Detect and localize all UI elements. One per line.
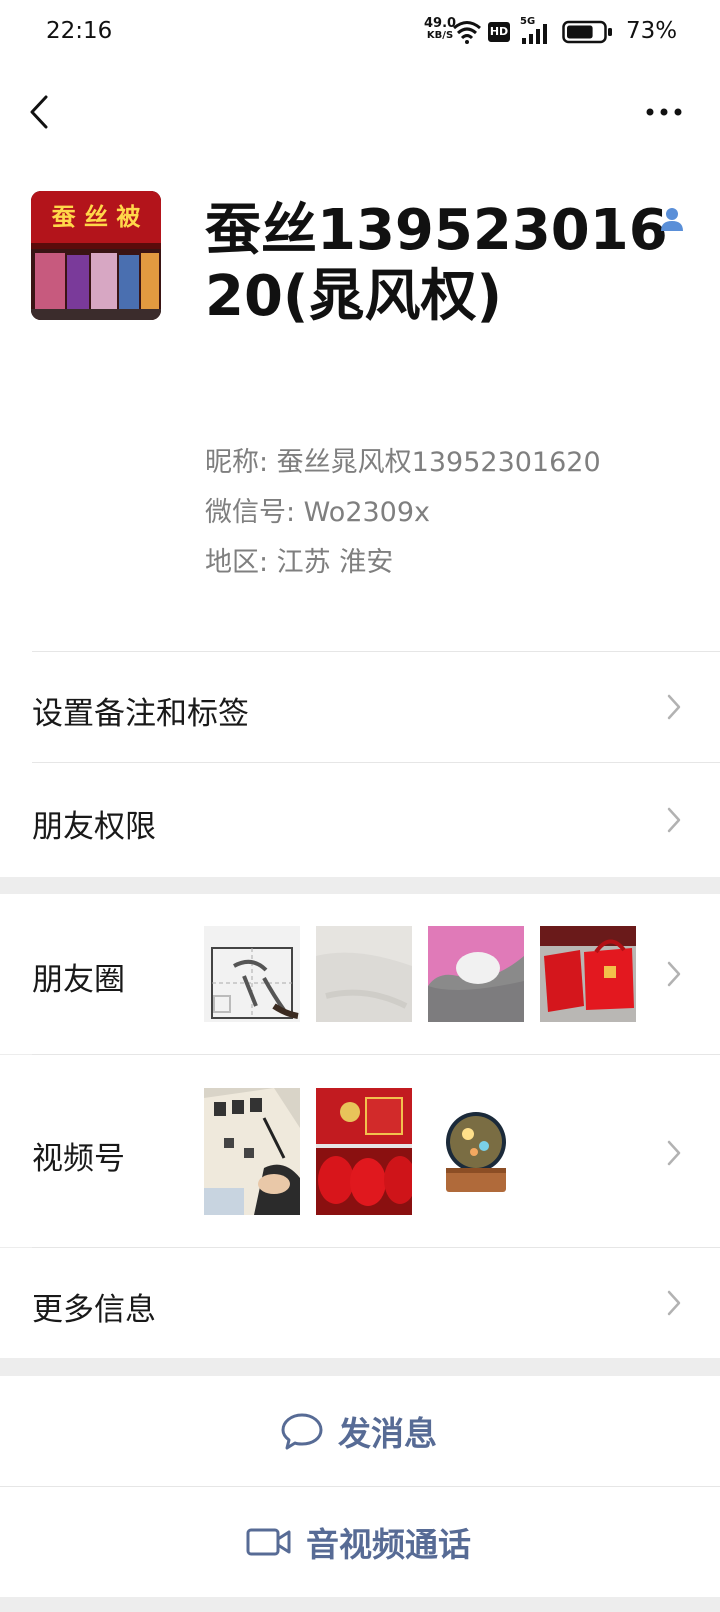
moments-thumbnail bbox=[540, 926, 636, 1022]
status-time: 22:16 bbox=[46, 18, 113, 44]
video-camera-icon bbox=[246, 1528, 291, 1556]
wifi-icon bbox=[453, 21, 481, 44]
battery-percent: 73% bbox=[626, 18, 678, 44]
avatar-sign-text: 蚕 丝 被 bbox=[51, 203, 141, 231]
send-message-content: 发消息 bbox=[280, 1376, 437, 1486]
moments-thumbnail bbox=[428, 926, 524, 1022]
signal-icon bbox=[522, 24, 547, 44]
chevron-right-icon bbox=[667, 807, 681, 833]
avatar-image: 蚕 丝 被 bbox=[31, 191, 161, 320]
back-arrow-icon[interactable] bbox=[26, 94, 54, 130]
permissions-row[interactable]: 朋友权限 bbox=[0, 763, 720, 877]
remark-tags-row[interactable]: 设置备注和标签 bbox=[0, 652, 720, 762]
region: 地区: 江苏 淮安 bbox=[205, 547, 394, 578]
contact-person-icon bbox=[661, 208, 683, 231]
moments-row[interactable]: 朋友圈 bbox=[0, 894, 720, 1054]
contact-name: 蚕丝13952301620(晁风权) bbox=[205, 198, 668, 329]
more-info-row[interactable]: 更多信息 bbox=[0, 1248, 720, 1358]
channels-thumbnail bbox=[428, 1088, 524, 1215]
chevron-right-icon bbox=[667, 1290, 681, 1316]
channels-thumbnail bbox=[204, 1088, 300, 1215]
channels-row[interactable]: 视频号 bbox=[0, 1055, 720, 1247]
chevron-right-icon bbox=[667, 1140, 681, 1166]
send-message-label: 发消息 bbox=[338, 1414, 437, 1453]
chat-bubble-icon bbox=[281, 1413, 323, 1450]
send-message-button[interactable]: 发消息 bbox=[0, 1376, 720, 1486]
nickname: 昵称: 蚕丝晁风权13952301620 bbox=[205, 447, 601, 478]
moments-thumbnail bbox=[204, 926, 300, 1022]
moments-thumbnail-image bbox=[540, 926, 636, 1022]
av-call-label: 音视频通话 bbox=[306, 1525, 471, 1564]
moments-thumbnail-image bbox=[204, 926, 300, 1022]
av-call-button[interactable]: 音视频通话 bbox=[0, 1487, 720, 1597]
moments-thumbnail-image bbox=[428, 926, 524, 1022]
channels-thumbnail-image bbox=[428, 1088, 524, 1215]
moments-thumbnail-image bbox=[316, 926, 412, 1022]
more-info-label: 更多信息 bbox=[32, 1292, 156, 1328]
battery-icon bbox=[562, 20, 612, 44]
moments-thumbnail bbox=[316, 926, 412, 1022]
chevron-right-icon bbox=[667, 961, 681, 987]
chevron-right-icon bbox=[667, 694, 681, 720]
wechat-id: 微信号: Wo2309x bbox=[205, 497, 431, 528]
channels-thumbnail-image bbox=[316, 1088, 412, 1215]
status-bar: 22:16 49.0 KB/S HD 5G 73% bbox=[0, 0, 720, 66]
channels-label: 视频号 bbox=[32, 1141, 125, 1177]
more-options-icon[interactable] bbox=[644, 98, 684, 126]
remark-tags-label: 设置备注和标签 bbox=[32, 696, 249, 732]
channels-thumbnail bbox=[316, 1088, 412, 1215]
contact-avatar[interactable]: 蚕 丝 被 bbox=[31, 191, 161, 320]
channels-thumbnail-image bbox=[204, 1088, 300, 1215]
moments-label: 朋友圈 bbox=[32, 962, 125, 998]
hd-icon: HD bbox=[488, 22, 510, 42]
nav-bar bbox=[0, 80, 720, 144]
av-call-content: 音视频通话 bbox=[246, 1487, 471, 1597]
permissions-label: 朋友权限 bbox=[32, 809, 156, 845]
